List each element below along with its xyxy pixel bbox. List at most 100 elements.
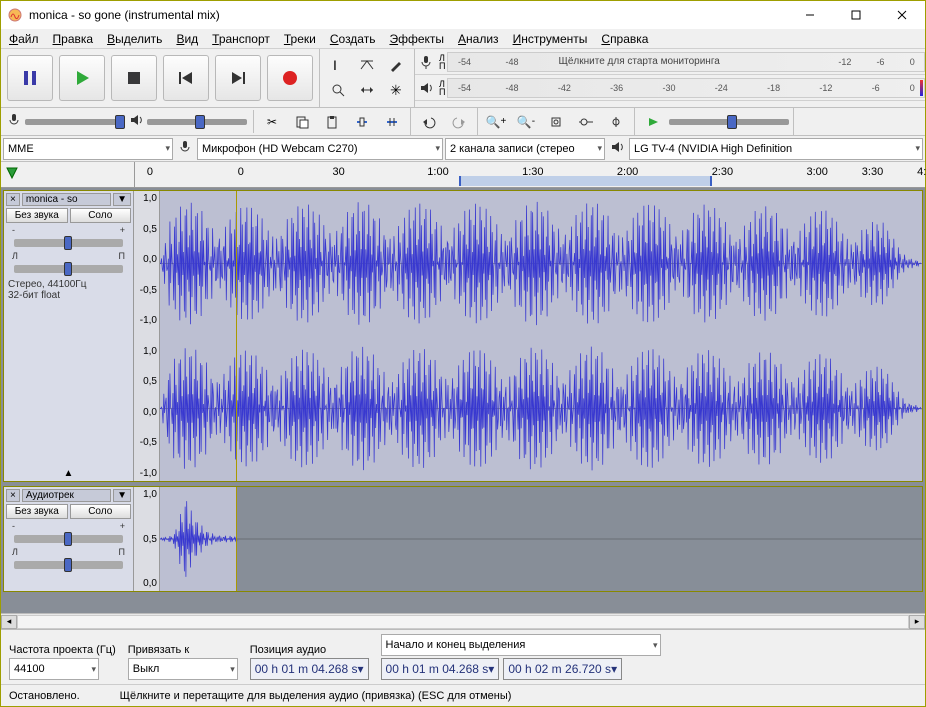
minimize-button[interactable]: [787, 1, 833, 29]
timeshift-tool[interactable]: [353, 78, 381, 102]
record-channels-combo[interactable]: 2 канала записи (стерео▾: [445, 138, 605, 160]
pin-icon[interactable]: [5, 166, 19, 183]
zoom-tool[interactable]: [324, 78, 352, 102]
status-state: Остановлено.: [9, 690, 80, 702]
zoom-out-button[interactable]: 🔍-: [512, 110, 540, 134]
pan-slider[interactable]: [14, 265, 123, 273]
gain-slider[interactable]: [14, 239, 123, 247]
audio-position-spin[interactable]: 00 h 01 m 04.268 s▾: [250, 658, 369, 680]
menu-help[interactable]: Справка: [601, 32, 648, 46]
rec-lr-label: ЛП: [437, 54, 447, 70]
selection-tool[interactable]: I: [324, 53, 352, 77]
snap-combo[interactable]: Выкл▾: [128, 658, 238, 680]
menu-file[interactable]: Файл: [9, 32, 39, 46]
menu-generate[interactable]: Создать: [330, 32, 376, 46]
silence-button[interactable]: [378, 110, 406, 134]
transport-toolbar: [1, 49, 320, 107]
timeline[interactable]: 00301:001:302:002:303:003:304:00: [1, 162, 925, 188]
window-title: monica - so gone (instrumental mix): [29, 8, 787, 22]
input-device-combo[interactable]: Микрофон (HD Webcam C270)▾: [197, 138, 443, 160]
tracks-area: ×monica - so▼ Без звукаСоло -+ ЛП Стерео…: [1, 188, 925, 613]
skip-end-button[interactable]: [215, 55, 261, 101]
menu-select[interactable]: Выделить: [107, 32, 162, 46]
tools-toolbar: I ✳: [320, 49, 415, 107]
mute-button[interactable]: Без звука: [6, 208, 68, 223]
menu-analyze[interactable]: Анализ: [458, 32, 499, 46]
scroll-left-button[interactable]: ◂: [1, 615, 17, 629]
mute-button[interactable]: Без звука: [6, 504, 68, 519]
audio-host-combo[interactable]: MME▾: [3, 138, 173, 160]
pause-button[interactable]: [7, 55, 53, 101]
play-volume-slider[interactable]: [147, 119, 247, 125]
draw-tool[interactable]: [382, 53, 410, 77]
menu-tracks[interactable]: Треки: [284, 32, 316, 46]
rec-volume-slider[interactable]: [25, 119, 125, 125]
play-at-speed-button[interactable]: [639, 110, 667, 134]
snap-label: Привязать к: [128, 644, 238, 656]
fit-selection-button[interactable]: [542, 110, 570, 134]
solo-button[interactable]: Соло: [70, 504, 132, 519]
play-cursor: [236, 487, 237, 591]
copy-button[interactable]: [288, 110, 316, 134]
project-rate-label: Частота проекта (Гц): [9, 644, 116, 656]
track-2-waveform[interactable]: [160, 487, 922, 591]
gain-slider[interactable]: [14, 535, 123, 543]
fit-project-button[interactable]: [572, 110, 600, 134]
speaker-icon[interactable]: [415, 81, 437, 95]
cut-button[interactable]: ✂: [258, 110, 286, 134]
zoom-toggle-button[interactable]: [602, 110, 630, 134]
track-name[interactable]: Аудиотрек: [22, 489, 111, 502]
play-speed-slider[interactable]: [669, 119, 789, 125]
horizontal-scrollbar[interactable]: ◂ ▸: [1, 613, 925, 629]
output-device-combo[interactable]: LG TV-4 (NVIDIA High Definition▾: [629, 138, 923, 160]
close-button[interactable]: [879, 1, 925, 29]
playback-meter[interactable]: -54 -48 -42 -36 -30 -24 -18 -12 -6 0: [447, 78, 925, 98]
play-button[interactable]: [59, 55, 105, 101]
pan-slider[interactable]: [14, 561, 123, 569]
skip-start-button[interactable]: [163, 55, 209, 101]
selection-range[interactable]: [459, 176, 712, 186]
track-1-header: ×monica - so▼ Без звукаСоло -+ ЛП Стерео…: [4, 191, 134, 481]
selection-end-spin[interactable]: 00 h 02 m 26.720 s▾: [503, 658, 622, 680]
track-2-header: ×Аудиотрек▼ Без звукаСоло -+ ЛП: [4, 487, 134, 591]
scroll-right-button[interactable]: ▸: [909, 615, 925, 629]
playatspeed-toolbar: [635, 108, 794, 135]
track-menu-button[interactable]: ▼: [113, 193, 131, 206]
collapse-button[interactable]: ▲: [6, 468, 131, 479]
stop-button[interactable]: [111, 55, 157, 101]
selection-start-spin[interactable]: 00 h 01 m 04.268 s▾: [381, 658, 500, 680]
menu-bar: Файл Правка Выделить Вид Транспорт Треки…: [1, 29, 925, 49]
menu-effects[interactable]: Эффекты: [389, 32, 444, 46]
undo-toolbar: [411, 108, 478, 135]
paste-button[interactable]: [318, 110, 346, 134]
selection-mode-combo[interactable]: Начало и конец выделения▾: [381, 634, 661, 656]
track-format: Стерео, 44100Гц32-бит float: [6, 277, 131, 303]
zoom-in-button[interactable]: 🔍+: [482, 110, 510, 134]
envelope-tool[interactable]: [353, 53, 381, 77]
multi-tool[interactable]: ✳: [382, 78, 410, 102]
record-button[interactable]: [267, 55, 313, 101]
menu-view[interactable]: Вид: [176, 32, 198, 46]
undo-button[interactable]: [415, 110, 443, 134]
solo-button[interactable]: Соло: [70, 208, 132, 223]
menu-edit[interactable]: Правка: [53, 32, 94, 46]
maximize-button[interactable]: [833, 1, 879, 29]
track-2: ×Аудиотрек▼ Без звукаСоло -+ ЛП 1,00,50,…: [3, 486, 923, 592]
menu-transport[interactable]: Транспорт: [212, 32, 270, 46]
meters: ЛП -54 -48 Щёлкните для старта мониторин…: [415, 49, 925, 107]
svg-text:I: I: [333, 57, 337, 73]
track-1-waveform[interactable]: [160, 191, 922, 481]
track-menu-button[interactable]: ▼: [113, 489, 131, 502]
trim-button[interactable]: [348, 110, 376, 134]
mic-icon[interactable]: [415, 55, 437, 69]
track-1: ×monica - so▼ Без звукаСоло -+ ЛП Стерео…: [3, 190, 923, 482]
project-rate-combo[interactable]: 44100▾: [9, 658, 99, 680]
mic-icon: [7, 113, 21, 130]
track-2-vruler: 1,00,50,0: [134, 487, 160, 591]
track-name[interactable]: monica - so: [22, 193, 111, 206]
menu-tools[interactable]: Инструменты: [513, 32, 588, 46]
track-close-button[interactable]: ×: [6, 489, 20, 502]
redo-button[interactable]: [445, 110, 473, 134]
track-close-button[interactable]: ×: [6, 193, 20, 206]
recording-meter[interactable]: -54 -48 Щёлкните для старта мониторинга …: [447, 52, 925, 72]
